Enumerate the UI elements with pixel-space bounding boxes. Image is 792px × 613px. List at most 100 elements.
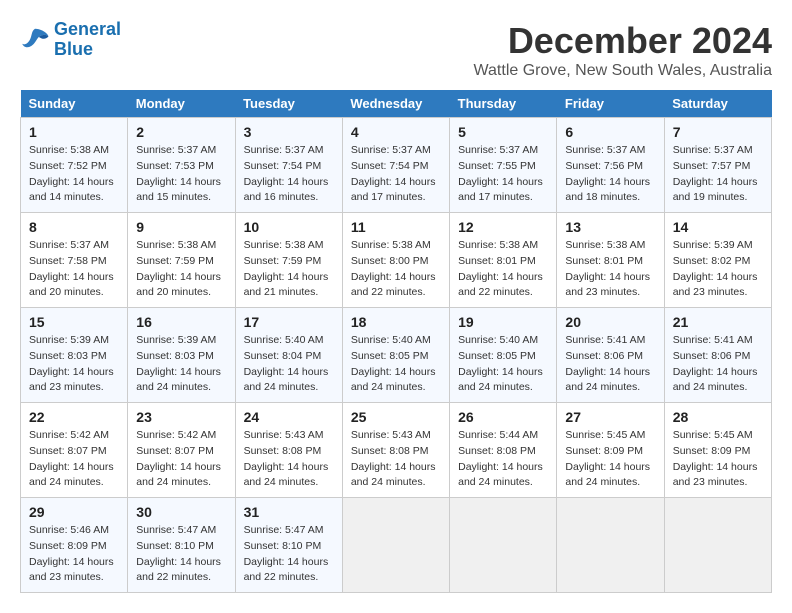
logo: General Blue (20, 20, 121, 60)
calendar-week-row: 15Sunrise: 5:39 AMSunset: 8:03 PMDayligh… (21, 308, 772, 403)
table-row: 2Sunrise: 5:37 AMSunset: 7:53 PMDaylight… (128, 118, 235, 213)
table-row: 12 Sunrise: 5:38 AMSunset: 8:01 PMDayligh… (450, 213, 557, 308)
table-row: 10 Sunrise: 5:38 AMSunset: 7:59 PMDayligh… (235, 213, 342, 308)
day-number: 9 (136, 219, 226, 235)
day-info: Sunrise: 5:37 AMSunset: 7:57 PMDaylight:… (673, 143, 763, 206)
calendar-header-row: Sunday Monday Tuesday Wednesday Thursday… (21, 90, 772, 118)
table-row: 29 Sunrise: 5:46 AMSunset: 8:09 PMDayligh… (21, 498, 128, 593)
day-info: Sunrise: 5:40 AMSunset: 8:05 PMDaylight:… (458, 333, 548, 396)
table-row: 4 Sunrise: 5:37 AMSunset: 7:54 PMDaylight… (342, 118, 449, 213)
table-row: 22 Sunrise: 5:42 AMSunset: 8:07 PMDayligh… (21, 403, 128, 498)
day-number: 16 (136, 314, 226, 330)
day-info: Sunrise: 5:39 AMSunset: 8:03 PMDaylight:… (136, 333, 226, 396)
day-number: 28 (673, 409, 763, 425)
calendar-table: Sunday Monday Tuesday Wednesday Thursday… (20, 90, 772, 593)
table-row: 24 Sunrise: 5:43 AMSunset: 8:08 PMDayligh… (235, 403, 342, 498)
day-info: Sunrise: 5:43 AMSunset: 8:08 PMDaylight:… (351, 428, 441, 491)
table-row: 25 Sunrise: 5:43 AMSunset: 8:08 PMDayligh… (342, 403, 449, 498)
table-row (342, 498, 449, 593)
day-number: 21 (673, 314, 763, 330)
day-info: Sunrise: 5:38 AMSunset: 7:52 PMDaylight:… (29, 143, 119, 206)
day-number: 14 (673, 219, 763, 235)
day-number: 12 (458, 219, 548, 235)
table-row: 15Sunrise: 5:39 AMSunset: 8:03 PMDayligh… (21, 308, 128, 403)
table-row (557, 498, 664, 593)
table-row: 18Sunrise: 5:40 AMSunset: 8:05 PMDayligh… (342, 308, 449, 403)
col-friday: Friday (557, 90, 664, 118)
table-row: 26 Sunrise: 5:44 AMSunset: 8:08 PMDayligh… (450, 403, 557, 498)
day-number: 7 (673, 124, 763, 140)
day-info: Sunrise: 5:38 AMSunset: 8:01 PMDaylight:… (565, 238, 655, 301)
table-row: 20 Sunrise: 5:41 AMSunset: 8:06 PMDayligh… (557, 308, 664, 403)
day-number: 25 (351, 409, 441, 425)
day-number: 24 (244, 409, 334, 425)
table-row: 31 Sunrise: 5:47 AMSunset: 8:10 PMDayligh… (235, 498, 342, 593)
table-row: 16 Sunrise: 5:39 AMSunset: 8:03 PMDayligh… (128, 308, 235, 403)
day-number: 10 (244, 219, 334, 235)
day-info: Sunrise: 5:43 AMSunset: 8:08 PMDaylight:… (244, 428, 334, 491)
table-row: 1 Sunrise: 5:38 AMSunset: 7:52 PMDaylight… (21, 118, 128, 213)
day-info: Sunrise: 5:37 AMSunset: 7:54 PMDaylight:… (244, 143, 334, 206)
day-info: Sunrise: 5:47 AMSunset: 8:10 PMDaylight:… (244, 523, 334, 586)
calendar-week-row: 1 Sunrise: 5:38 AMSunset: 7:52 PMDaylight… (21, 118, 772, 213)
day-number: 8 (29, 219, 119, 235)
day-number: 4 (351, 124, 441, 140)
calendar-week-row: 29 Sunrise: 5:46 AMSunset: 8:09 PMDayligh… (21, 498, 772, 593)
day-number: 1 (29, 124, 119, 140)
table-row: 21 Sunrise: 5:41 AMSunset: 8:06 PMDayligh… (664, 308, 771, 403)
table-row: 19 Sunrise: 5:40 AMSunset: 8:05 PMDayligh… (450, 308, 557, 403)
col-tuesday: Tuesday (235, 90, 342, 118)
table-row (664, 498, 771, 593)
table-row: 23Sunrise: 5:42 AMSunset: 8:07 PMDayligh… (128, 403, 235, 498)
day-info: Sunrise: 5:38 AMSunset: 8:00 PMDaylight:… (351, 238, 441, 301)
day-info: Sunrise: 5:44 AMSunset: 8:08 PMDaylight:… (458, 428, 548, 491)
calendar-week-row: 8 Sunrise: 5:37 AMSunset: 7:58 PMDaylight… (21, 213, 772, 308)
day-info: Sunrise: 5:41 AMSunset: 8:06 PMDaylight:… (673, 333, 763, 396)
table-row: 30Sunrise: 5:47 AMSunset: 8:10 PMDayligh… (128, 498, 235, 593)
table-row (450, 498, 557, 593)
day-number: 3 (244, 124, 334, 140)
location-subtitle: Wattle Grove, New South Wales, Australia (474, 62, 772, 80)
day-info: Sunrise: 5:39 AMSunset: 8:03 PMDaylight:… (29, 333, 119, 396)
day-number: 23 (136, 409, 226, 425)
table-row: 5 Sunrise: 5:37 AMSunset: 7:55 PMDaylight… (450, 118, 557, 213)
day-number: 13 (565, 219, 655, 235)
day-number: 20 (565, 314, 655, 330)
day-info: Sunrise: 5:42 AMSunset: 8:07 PMDaylight:… (29, 428, 119, 491)
table-row: 8 Sunrise: 5:37 AMSunset: 7:58 PMDaylight… (21, 213, 128, 308)
table-row: 13 Sunrise: 5:38 AMSunset: 8:01 PMDayligh… (557, 213, 664, 308)
day-info: Sunrise: 5:38 AMSunset: 7:59 PMDaylight:… (244, 238, 334, 301)
table-row: 9 Sunrise: 5:38 AMSunset: 7:59 PMDaylight… (128, 213, 235, 308)
table-row: 11 Sunrise: 5:38 AMSunset: 8:00 PMDayligh… (342, 213, 449, 308)
day-number: 19 (458, 314, 548, 330)
day-info: Sunrise: 5:37 AMSunset: 7:54 PMDaylight:… (351, 143, 441, 206)
calendar-week-row: 22 Sunrise: 5:42 AMSunset: 8:07 PMDayligh… (21, 403, 772, 498)
day-info: Sunrise: 5:45 AMSunset: 8:09 PMDaylight:… (673, 428, 763, 491)
month-title: December 2024 (474, 20, 772, 62)
table-row: 14Sunrise: 5:39 AMSunset: 8:02 PMDayligh… (664, 213, 771, 308)
col-saturday: Saturday (664, 90, 771, 118)
day-number: 5 (458, 124, 548, 140)
day-info: Sunrise: 5:38 AMSunset: 7:59 PMDaylight:… (136, 238, 226, 301)
logo-bird-icon (20, 25, 50, 55)
day-number: 17 (244, 314, 334, 330)
logo-text: General Blue (54, 20, 121, 60)
table-row: 28 Sunrise: 5:45 AMSunset: 8:09 PMDayligh… (664, 403, 771, 498)
page-header: General Blue December 2024 Wattle Grove,… (20, 20, 772, 80)
table-row: 3 Sunrise: 5:37 AMSunset: 7:54 PMDaylight… (235, 118, 342, 213)
day-number: 29 (29, 504, 119, 520)
day-info: Sunrise: 5:40 AMSunset: 8:04 PMDaylight:… (244, 333, 334, 396)
day-number: 26 (458, 409, 548, 425)
day-number: 2 (136, 124, 226, 140)
day-info: Sunrise: 5:46 AMSunset: 8:09 PMDaylight:… (29, 523, 119, 586)
day-info: Sunrise: 5:45 AMSunset: 8:09 PMDaylight:… (565, 428, 655, 491)
day-info: Sunrise: 5:38 AMSunset: 8:01 PMDaylight:… (458, 238, 548, 301)
day-info: Sunrise: 5:37 AMSunset: 7:58 PMDaylight:… (29, 238, 119, 301)
day-info: Sunrise: 5:41 AMSunset: 8:06 PMDaylight:… (565, 333, 655, 396)
col-wednesday: Wednesday (342, 90, 449, 118)
day-number: 11 (351, 219, 441, 235)
day-info: Sunrise: 5:37 AMSunset: 7:55 PMDaylight:… (458, 143, 548, 206)
day-number: 27 (565, 409, 655, 425)
day-number: 22 (29, 409, 119, 425)
day-number: 31 (244, 504, 334, 520)
